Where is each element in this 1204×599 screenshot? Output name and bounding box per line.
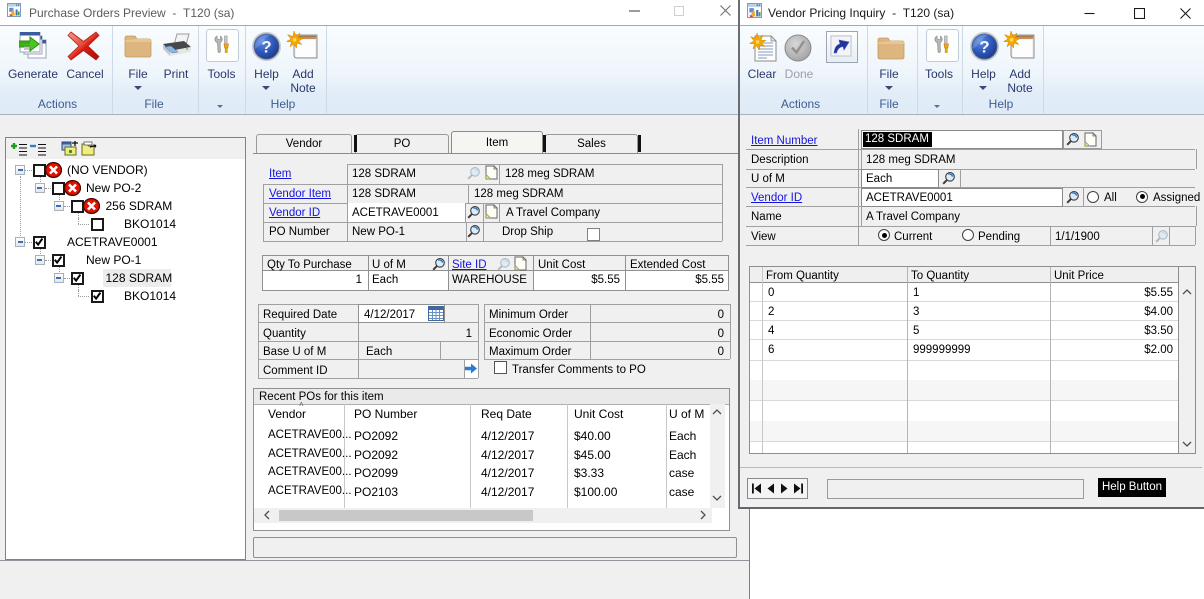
svg-text:?: ? [261, 38, 271, 57]
svg-text:?: ? [979, 38, 989, 57]
